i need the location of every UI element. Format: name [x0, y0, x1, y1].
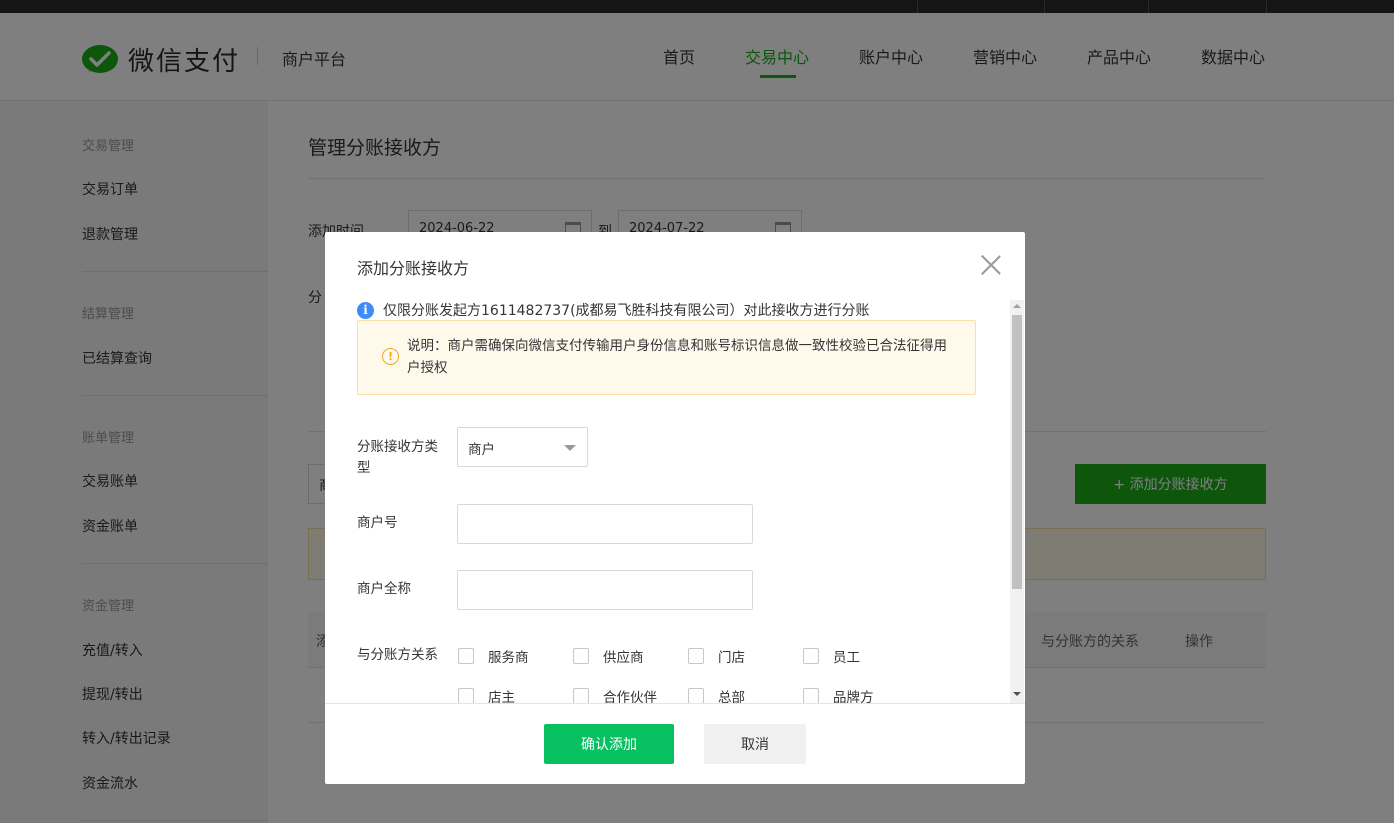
checkbox-label: 门店: [718, 650, 745, 666]
checkbox-box[interactable]: [458, 688, 474, 703]
checkbox-label: 服务商: [488, 650, 529, 666]
dialog-footer-divider: [325, 703, 1025, 704]
checkbox-box[interactable]: [688, 648, 704, 664]
merchant-name-label: 商户全称: [357, 581, 411, 597]
close-icon[interactable]: [980, 254, 1002, 276]
receiver-type-label: 分账接收方类型: [357, 439, 438, 476]
checkbox-label: 品牌方: [833, 690, 874, 703]
merchant-name-input[interactable]: [457, 570, 753, 610]
dialog-title: 添加分账接收方: [357, 259, 470, 278]
dialog-scrollbar-thumb[interactable]: [1012, 315, 1022, 589]
relation-supplier-checkbox[interactable]: 供应商: [573, 646, 644, 666]
relation-employee-checkbox[interactable]: 员工: [803, 646, 860, 666]
relation-label: 与分账方关系: [357, 647, 438, 663]
scroll-down-arrow-icon[interactable]: [1013, 692, 1021, 696]
checkbox-box[interactable]: [573, 688, 589, 703]
info-line: i 仅限分账发起方1611482737(成都易飞胜科技有限公司）对此接收方进行分…: [357, 300, 870, 320]
cancel-button[interactable]: 取消: [704, 724, 806, 764]
relation-brand-checkbox[interactable]: 品牌方: [803, 686, 874, 703]
relation-hq-checkbox[interactable]: 总部: [688, 686, 745, 703]
scroll-up-arrow-icon[interactable]: [1013, 304, 1021, 308]
checkbox-box[interactable]: [688, 688, 704, 703]
add-receiver-dialog: 添加分账接收方 i 仅限分账发起方1611482737(成都易飞胜科技有限公司）…: [325, 232, 1025, 784]
checkbox-box[interactable]: [573, 648, 589, 664]
notice-box: ! 说明：商户需确保向微信支付传输用户身份信息和账号标识信息做一致性校验已合法征…: [357, 320, 976, 395]
merchant-no-input[interactable]: [457, 504, 753, 544]
checkbox-label: 供应商: [603, 650, 644, 666]
receiver-type-value: 商户: [468, 442, 495, 458]
checkbox-label: 合作伙伴: [603, 690, 657, 703]
checkbox-box[interactable]: [803, 648, 819, 664]
checkbox-label: 员工: [833, 650, 860, 666]
checkbox-box[interactable]: [803, 688, 819, 703]
confirm-add-button[interactable]: 确认添加: [544, 724, 674, 764]
relation-owner-checkbox[interactable]: 店主: [458, 686, 515, 703]
notice-text: 说明：商户需确保向微信支付传输用户身份信息和账号标识信息做一致性校验已合法征得用…: [407, 338, 947, 376]
chevron-down-icon: [564, 445, 576, 451]
relation-partner-checkbox[interactable]: 合作伙伴: [573, 686, 657, 703]
info-text: 仅限分账发起方1611482737(成都易飞胜科技有限公司）对此接收方进行分账: [383, 303, 870, 319]
warning-icon: !: [382, 348, 399, 365]
relation-service-provider-checkbox[interactable]: 服务商: [458, 646, 529, 666]
checkbox-label: 店主: [488, 690, 515, 703]
checkbox-label: 总部: [718, 690, 745, 703]
dialog-body: i 仅限分账发起方1611482737(成都易飞胜科技有限公司）对此接收方进行分…: [325, 292, 1025, 703]
checkbox-box[interactable]: [458, 648, 474, 664]
info-icon: i: [357, 301, 374, 319]
relation-store-checkbox[interactable]: 门店: [688, 646, 745, 666]
receiver-type-select[interactable]: 商户: [457, 427, 588, 467]
merchant-no-label: 商户号: [357, 515, 398, 531]
